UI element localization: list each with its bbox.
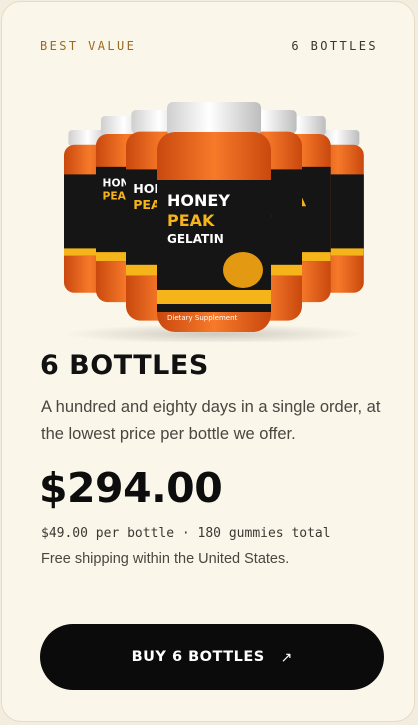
svg-text:GELATIN: GELATIN	[167, 232, 224, 246]
buy-6-bottles-button[interactable]: BUY 6 BOTTLES ↗	[40, 624, 384, 690]
product-bottles-image: HONEY PEAK HONEY PEAK	[64, 102, 364, 342]
bottle-count-label: 6 BOTTLES	[291, 39, 378, 53]
svg-text:Dietary Supplement: Dietary Supplement	[167, 314, 238, 322]
best-value-badge: BEST VALUE	[40, 39, 137, 53]
offer-price: $294.00	[39, 464, 223, 512]
svg-text:HONEY: HONEY	[167, 191, 230, 210]
buy-button-label: BUY 6 BOTTLES	[131, 649, 265, 665]
bottle-front: HONEY PEAK GELATIN Dietary Supplement	[157, 102, 271, 332]
pricing-card: BEST VALUE 6 BOTTLES HONEY PEAK PEAK HON…	[1, 1, 415, 722]
per-bottle-meta: $49.00 per bottle · 180 gummies total	[41, 526, 331, 541]
shipping-note: Free shipping within the United States.	[41, 551, 290, 567]
card-header: BEST VALUE 6 BOTTLES	[40, 39, 378, 53]
arrow-up-right-icon: ↗	[280, 648, 293, 665]
svg-text:PEAK: PEAK	[167, 211, 215, 230]
offer-title: 6 BOTTLES	[40, 350, 209, 381]
offer-description: A hundred and eighty days in a single or…	[41, 398, 381, 443]
